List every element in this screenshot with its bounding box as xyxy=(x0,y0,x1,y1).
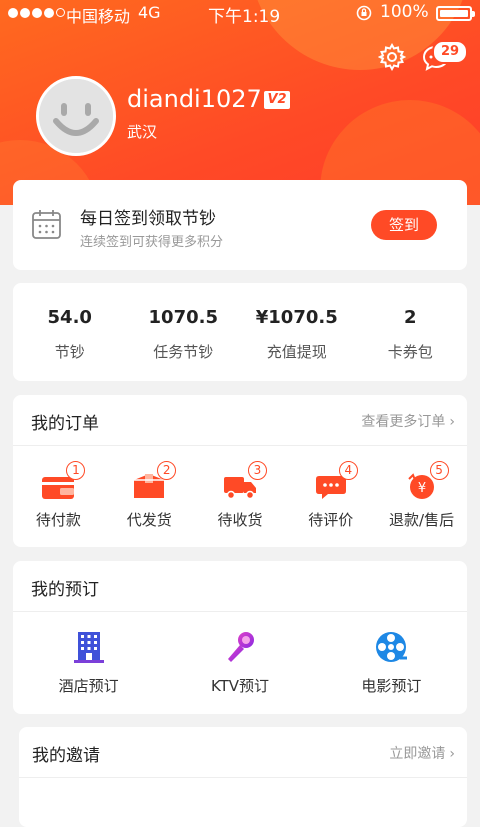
vip-level-badge: V2 xyxy=(264,91,290,109)
hotel-icon xyxy=(73,632,104,663)
checkin-subtitle: 连续签到可获得更多积分 xyxy=(80,235,224,250)
stat-value: ¥1070.5 xyxy=(255,307,338,328)
order-label: 待评价 xyxy=(308,511,354,529)
section-title: 我的预订 xyxy=(31,580,99,600)
stat-label: 节钞 xyxy=(54,343,85,361)
order-label: 待付款 xyxy=(35,511,81,529)
rotation-lock-icon xyxy=(356,5,372,21)
stat-coupons[interactable]: 2 卡券包 xyxy=(354,283,468,381)
battery-percentage: 100% xyxy=(380,2,429,22)
checkin-title: 每日签到领取节钞 xyxy=(80,209,216,229)
stat-label: 任务节钞 xyxy=(153,343,214,361)
invite-now-link[interactable]: 立即邀请 › xyxy=(389,743,455,763)
chevron-right-icon: › xyxy=(449,414,455,430)
booking-movie[interactable]: 电影预订 xyxy=(316,612,467,715)
order-to-receive[interactable]: 3 待收货 xyxy=(195,446,286,548)
gear-icon[interactable] xyxy=(378,43,406,71)
signal-strength-icon xyxy=(8,8,65,18)
stat-value: 1070.5 xyxy=(148,307,218,328)
status-bar: 中国移动 4G 下午1:19 100% xyxy=(0,0,480,27)
booking-header: 我的预订 xyxy=(13,561,467,612)
status-time: 下午1:19 xyxy=(208,7,281,27)
profile-header: 中国移动 4G 下午1:19 100% 29 diandi1027 V2 武汉 xyxy=(0,0,480,205)
stat-label: 卡券包 xyxy=(387,343,433,361)
order-count-badge: 2 xyxy=(157,461,177,480)
link-label: 立即邀请 xyxy=(389,746,446,762)
carrier-name: 中国移动 xyxy=(66,7,131,26)
order-label: 退款/售后 xyxy=(389,511,455,529)
order-pending-payment[interactable]: 1 待付款 xyxy=(13,446,104,548)
microphone-icon xyxy=(227,632,254,662)
stats-card: 54.0 节钞 1070.5 任务节钞 ¥1070.5 充值提现 2 卡券包 xyxy=(13,283,467,381)
order-count-badge: 5 xyxy=(429,461,449,480)
booking-ktv[interactable]: KTV预订 xyxy=(164,612,315,715)
booking-label: KTV预订 xyxy=(210,677,270,695)
orders-header: 我的订单 查看更多订单 › xyxy=(13,395,467,446)
svg-text:¥: ¥ xyxy=(417,481,425,496)
chevron-right-icon: › xyxy=(449,746,455,762)
order-label: 代发货 xyxy=(126,511,172,529)
section-title: 我的订单 xyxy=(31,414,99,434)
stat-task-coins[interactable]: 1070.5 任务节钞 xyxy=(127,283,241,381)
booking-label: 电影预订 xyxy=(361,677,422,695)
calendar-icon xyxy=(32,210,61,239)
order-count-badge: 3 xyxy=(247,461,267,480)
stat-label: 充值提现 xyxy=(266,343,327,361)
stat-value: 54.0 xyxy=(47,307,92,328)
section-title: 我的邀请 xyxy=(32,746,100,766)
film-reel-icon xyxy=(376,632,408,662)
stat-value: 2 xyxy=(403,307,417,328)
orders-card: 我的订单 查看更多订单 › 1 待付款 2 代发货 3 待收货 4 待评价 ¥ … xyxy=(13,395,467,547)
stat-coins[interactable]: 54.0 节钞 xyxy=(13,283,127,381)
order-refund-aftersale[interactable]: ¥ 5 退款/售后 xyxy=(376,446,467,548)
order-to-review[interactable]: 4 待评价 xyxy=(285,446,376,548)
checkin-button[interactable]: 签到 xyxy=(371,210,437,240)
link-label: 查看更多订单 xyxy=(361,414,446,430)
message-count-badge: 29 xyxy=(432,40,468,64)
user-city: 武汉 xyxy=(127,123,158,141)
invite-card: 我的邀请 立即邀请 › xyxy=(19,727,467,827)
smiley-face-icon xyxy=(39,79,113,153)
order-label: 待收货 xyxy=(217,511,263,529)
order-count-badge: 4 xyxy=(338,461,358,480)
view-more-orders-link[interactable]: 查看更多订单 › xyxy=(361,411,455,431)
avatar[interactable] xyxy=(36,76,116,156)
order-to-ship[interactable]: 2 代发货 xyxy=(104,446,195,548)
booking-label: 酒店预订 xyxy=(58,677,119,695)
stat-recharge-withdraw[interactable]: ¥1070.5 充值提现 xyxy=(240,283,354,381)
checkin-card: 每日签到领取节钞 连续签到可获得更多积分 签到 xyxy=(13,180,467,270)
booking-card: 我的预订 酒店预订 KTV预订 电影预订 xyxy=(13,561,467,714)
invite-header: 我的邀请 立即邀请 › xyxy=(19,727,467,778)
booking-hotel[interactable]: 酒店预订 xyxy=(13,612,164,715)
order-count-badge: 1 xyxy=(66,461,86,480)
username: diandi1027 xyxy=(127,85,262,113)
battery-icon xyxy=(436,6,475,21)
network-type: 4G xyxy=(138,3,161,22)
